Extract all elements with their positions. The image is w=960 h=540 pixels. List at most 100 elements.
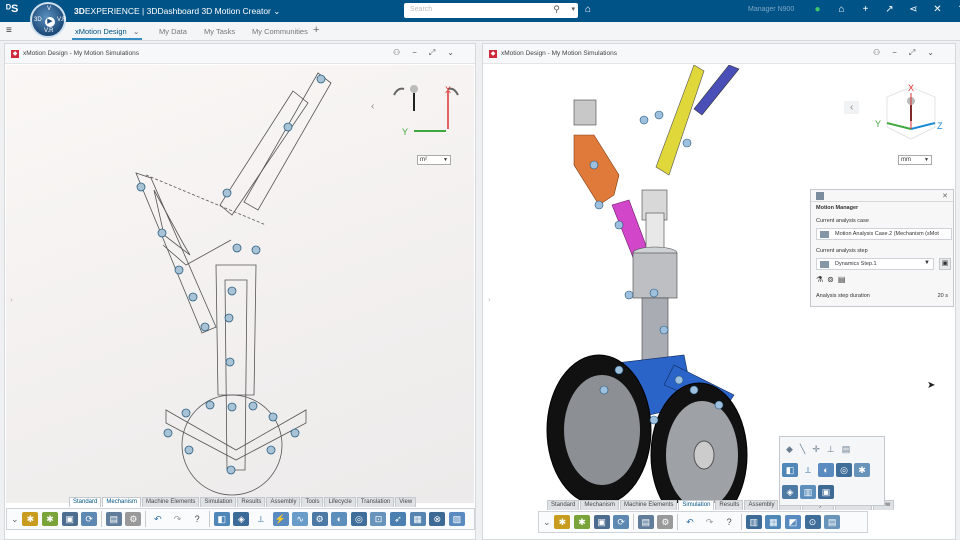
compass-east[interactable]: V.R: [57, 17, 66, 23]
spring-icon[interactable]: ∿: [292, 512, 309, 526]
simulation-setup-icon[interactable]: ▥: [745, 515, 762, 529]
run-simulation-icon[interactable]: ⊙: [804, 515, 821, 529]
chevron-down-icon[interactable]: ⌄: [273, 6, 280, 16]
refresh-icon[interactable]: ⟳: [613, 515, 630, 529]
axis-icon[interactable]: ⟂: [253, 512, 269, 526]
analysis-case-field[interactable]: Motion Analysis Case.2 (Mechanism (sMot: [816, 228, 952, 240]
network-icon[interactable]: ⋖: [908, 4, 919, 15]
assembly-icon[interactable]: ✱: [41, 512, 58, 526]
tab-xmotion-design[interactable]: xMotion Design: [75, 27, 127, 36]
contact-icon[interactable]: ◎: [350, 512, 367, 526]
point-icon[interactable]: ✛: [812, 444, 820, 455]
tab-lifecycle[interactable]: Lifecycle: [324, 497, 356, 507]
brand-title[interactable]: 3DEXPERIENCE | 3DDashboard 3D Motion Cre…: [74, 6, 280, 17]
sensor-icon[interactable]: ⊡: [370, 512, 387, 526]
minimize-icon[interactable]: −: [892, 48, 897, 58]
step-settings-icon[interactable]: ▣: [939, 258, 951, 270]
cam-icon[interactable]: ◐: [331, 512, 348, 526]
tab-simulation[interactable]: Simulation: [678, 500, 715, 510]
joint-icon[interactable]: ◈: [233, 512, 250, 526]
right-side-expand-icon[interactable]: ›: [488, 295, 491, 304]
chevron-down-icon[interactable]: ▼: [924, 260, 930, 266]
report-icon[interactable]: ▤: [824, 515, 841, 529]
landing-gear-wireframe[interactable]: [6, 65, 474, 503]
maximize-icon[interactable]: ⤢: [909, 48, 915, 58]
tab-tools[interactable]: Tools: [301, 497, 324, 507]
search-input[interactable]: Search ⚲ ▾: [404, 3, 578, 18]
undo-icon[interactable]: ↶: [682, 515, 698, 529]
user-access-icon[interactable]: ⚇: [873, 48, 880, 58]
help-icon[interactable]: ?: [956, 4, 960, 15]
back-icon[interactable]: ‹: [844, 101, 860, 114]
axis-system-icon[interactable]: ⊥: [827, 444, 835, 455]
contact-icon[interactable]: ◈: [782, 485, 798, 499]
analysis-icon[interactable]: ▦: [409, 512, 426, 526]
tab-simulation[interactable]: Simulation: [200, 497, 237, 507]
tab-mechanism[interactable]: Mechanism: [580, 500, 620, 510]
tab-standard[interactable]: Standard: [69, 497, 102, 507]
sensor-icon[interactable]: ▣: [818, 485, 834, 499]
settings-icon[interactable]: ⚙: [657, 515, 674, 529]
analysis-step-select[interactable]: Dynamics Step.1 ▼: [816, 258, 934, 270]
step-icon[interactable]: ◩: [784, 515, 801, 529]
analysis-case-icon[interactable]: ▦: [765, 515, 782, 529]
close-icon[interactable]: ✕: [942, 192, 948, 200]
left-3d-viewer[interactable]: › ‹ m² X Y: [6, 65, 474, 503]
tab-machine-elements[interactable]: Machine Elements: [620, 500, 678, 510]
force-icon[interactable]: ✱: [854, 463, 870, 477]
tab-results[interactable]: Results: [237, 497, 266, 507]
minimize-icon[interactable]: −: [412, 48, 417, 58]
tab-machine-elements[interactable]: Machine Elements: [142, 497, 200, 507]
tab-standard[interactable]: Standard: [547, 500, 580, 510]
step-report-icon[interactable]: ▤: [838, 275, 846, 284]
tab-mechanism[interactable]: Mechanism: [102, 497, 142, 507]
joint-icon[interactable]: ⟂: [800, 463, 816, 477]
share-icon[interactable]: ↗: [884, 4, 895, 15]
motor-icon[interactable]: ◐: [818, 463, 834, 477]
status-icon[interactable]: ●: [812, 4, 823, 15]
add-tab-icon[interactable]: +: [313, 24, 319, 36]
home-icon[interactable]: ⌂: [836, 4, 847, 15]
add-step-icon[interactable]: ⚗: [816, 275, 823, 284]
step-options-icon[interactable]: ⊚: [827, 275, 834, 284]
line-icon[interactable]: ╲: [800, 444, 805, 455]
damper-icon[interactable]: ▥: [800, 485, 816, 499]
search-dropdown-icon[interactable]: ▾: [571, 5, 575, 13]
table-icon[interactable]: ▤: [842, 444, 851, 455]
unit-selector[interactable]: mm: [898, 155, 932, 165]
tools-icon[interactable]: ✕: [932, 4, 943, 15]
tab-my-tasks[interactable]: My Tasks: [204, 27, 235, 36]
save-icon[interactable]: ▣: [593, 515, 610, 529]
tab-translation[interactable]: Translation: [356, 497, 395, 507]
add-icon[interactable]: +: [860, 4, 871, 15]
plane-icon[interactable]: ◆: [786, 444, 793, 455]
collapse-icon[interactable]: ⌄: [927, 48, 934, 58]
maximize-icon[interactable]: ⤢: [429, 48, 435, 58]
force-icon[interactable]: ➶: [390, 512, 407, 526]
tab-my-data[interactable]: My Data: [159, 27, 187, 36]
compass-widget[interactable]: V 3D V.R V.R ▶: [30, 2, 66, 38]
undo-icon[interactable]: ↶: [150, 512, 166, 526]
tag-icon[interactable]: ⌂: [585, 4, 591, 15]
rigid-body-icon[interactable]: ◧: [782, 463, 798, 477]
mechanism-icon[interactable]: ✱: [22, 512, 39, 526]
redo-icon[interactable]: ↷: [170, 512, 186, 526]
properties-icon[interactable]: ▤: [637, 515, 654, 529]
gear-icon[interactable]: ⚙: [311, 512, 328, 526]
mechanism-icon[interactable]: ✱: [554, 515, 571, 529]
results-icon[interactable]: ▨: [448, 512, 465, 526]
collapse-icon[interactable]: ⌄: [447, 48, 454, 58]
settings-icon[interactable]: ⚙: [125, 512, 142, 526]
tab-view[interactable]: View: [395, 497, 417, 507]
compass-north[interactable]: V: [47, 6, 51, 12]
tab-results[interactable]: Results: [715, 500, 744, 510]
search-icon[interactable]: ⚲: [553, 4, 560, 15]
play-icon[interactable]: ▶: [45, 17, 55, 27]
expand-toolbar-icon[interactable]: ⌄: [11, 512, 19, 526]
compass-south[interactable]: V.R: [44, 28, 53, 34]
menu-icon[interactable]: ≡: [6, 25, 12, 36]
user-access-icon[interactable]: ⚇: [393, 48, 400, 58]
properties-icon[interactable]: ▤: [105, 512, 122, 526]
expand-toolbar-icon[interactable]: ⌄: [543, 515, 551, 529]
help-icon[interactable]: ?: [189, 512, 205, 526]
